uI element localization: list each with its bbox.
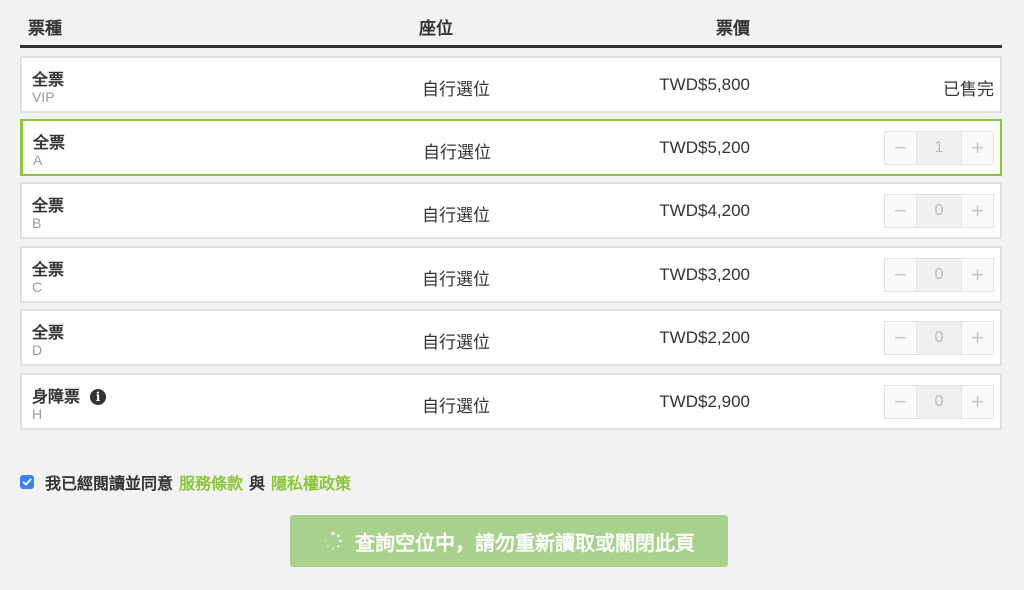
ticket-price: TWD$3,200 xyxy=(659,265,750,284)
ticket-seat: 自行選位 xyxy=(422,80,490,99)
ticket-name: 全票 xyxy=(33,135,66,152)
header-price: 票價 xyxy=(716,19,750,38)
ticket-name: 身障票 i xyxy=(32,383,107,407)
quantity-stepper: − 1 + xyxy=(884,131,994,165)
ticket-row-c: 全票 C 自行選位 TWD$3,200 − 0 + xyxy=(20,246,1002,303)
ticket-name: 全票 xyxy=(32,262,65,279)
ticket-name: 全票 xyxy=(32,72,65,89)
ticket-price: TWD$5,200 xyxy=(659,138,750,157)
ticket-row-a[interactable]: 全票 A 自行選位 TWD$5,200 − 1 + xyxy=(20,119,1002,176)
ticket-name: 全票 xyxy=(32,198,65,215)
quantity-value[interactable]: 0 xyxy=(917,386,961,418)
ticket-seat: 自行選位 xyxy=(422,270,490,289)
ticket-area: VIP xyxy=(32,89,55,105)
quantity-stepper: − 0 + xyxy=(884,194,994,228)
increase-button[interactable]: + xyxy=(961,195,993,227)
ticket-row-d: 全票 D 自行選位 TWD$2,200 − 0 + xyxy=(20,309,1002,366)
agreement-row: 我已經閱讀並同意 服務條款 與 隱私權政策 xyxy=(20,470,357,494)
decrease-button[interactable]: − xyxy=(885,195,917,227)
submit-label: 查詢空位中，請勿重新讀取或關閉此頁 xyxy=(355,532,695,555)
sold-out-label: 已售完 xyxy=(943,80,994,99)
increase-button[interactable]: + xyxy=(961,259,993,291)
agree-checkbox[interactable] xyxy=(20,475,34,489)
ticket-area: B xyxy=(32,215,42,231)
agreement-text: 我已經閱讀並同意 xyxy=(45,476,174,493)
ticket-price: TWD$2,900 xyxy=(659,392,750,411)
decrease-button[interactable]: − xyxy=(885,259,917,291)
ticket-price: TWD$4,200 xyxy=(659,201,750,220)
decrease-button[interactable]: − xyxy=(885,322,917,354)
check-icon xyxy=(22,478,32,486)
quantity-value[interactable]: 0 xyxy=(917,322,961,354)
ticket-seat: 自行選位 xyxy=(422,397,490,416)
quantity-value[interactable]: 0 xyxy=(917,259,961,291)
decrease-button[interactable]: − xyxy=(885,386,917,418)
ticket-area: D xyxy=(32,342,43,358)
quantity-value[interactable]: 0 xyxy=(917,195,961,227)
submit-button[interactable]: 查詢空位中，請勿重新讀取或關閉此頁 xyxy=(290,515,728,567)
quantity-stepper: − 0 + xyxy=(884,321,994,355)
loading-spinner-icon xyxy=(324,531,342,550)
quantity-value[interactable]: 1 xyxy=(917,132,961,164)
header-ticket-type: 票種 xyxy=(28,19,62,38)
increase-button[interactable]: + xyxy=(961,386,993,418)
header-seat: 座位 xyxy=(419,19,453,38)
table-header: 票種 座位 票價 xyxy=(20,0,1002,48)
ticket-row-h: 身障票 i H 自行選位 TWD$2,900 − 0 + xyxy=(20,373,1002,430)
ticket-area: H xyxy=(32,406,43,422)
ticket-price: TWD$2,200 xyxy=(659,328,750,347)
ticket-row-b: 全票 B 自行選位 TWD$4,200 − 0 + xyxy=(20,182,1002,239)
ticket-area: A xyxy=(33,152,43,168)
ticket-row-vip: 全票 VIP 自行選位 TWD$5,800 已售完 xyxy=(20,56,1002,113)
ticket-area: C xyxy=(32,279,43,295)
ticket-price: TWD$5,800 xyxy=(659,75,750,94)
increase-button[interactable]: + xyxy=(961,322,993,354)
ticket-seat: 自行選位 xyxy=(422,333,490,352)
quantity-stepper: − 0 + xyxy=(884,258,994,292)
decrease-button[interactable]: − xyxy=(885,132,917,164)
ticket-seat: 自行選位 xyxy=(422,206,490,225)
terms-link[interactable]: 服務條款 xyxy=(179,470,243,494)
ticket-name: 全票 xyxy=(32,325,65,342)
ticket-seat: 自行選位 xyxy=(423,143,491,162)
quantity-stepper: − 0 + xyxy=(884,385,994,419)
increase-button[interactable]: + xyxy=(961,132,993,164)
ticket-name-text: 身障票 xyxy=(32,389,81,406)
privacy-link[interactable]: 隱私權政策 xyxy=(271,470,351,494)
info-icon[interactable]: i xyxy=(90,389,107,405)
agreement-and: 與 xyxy=(249,476,266,493)
